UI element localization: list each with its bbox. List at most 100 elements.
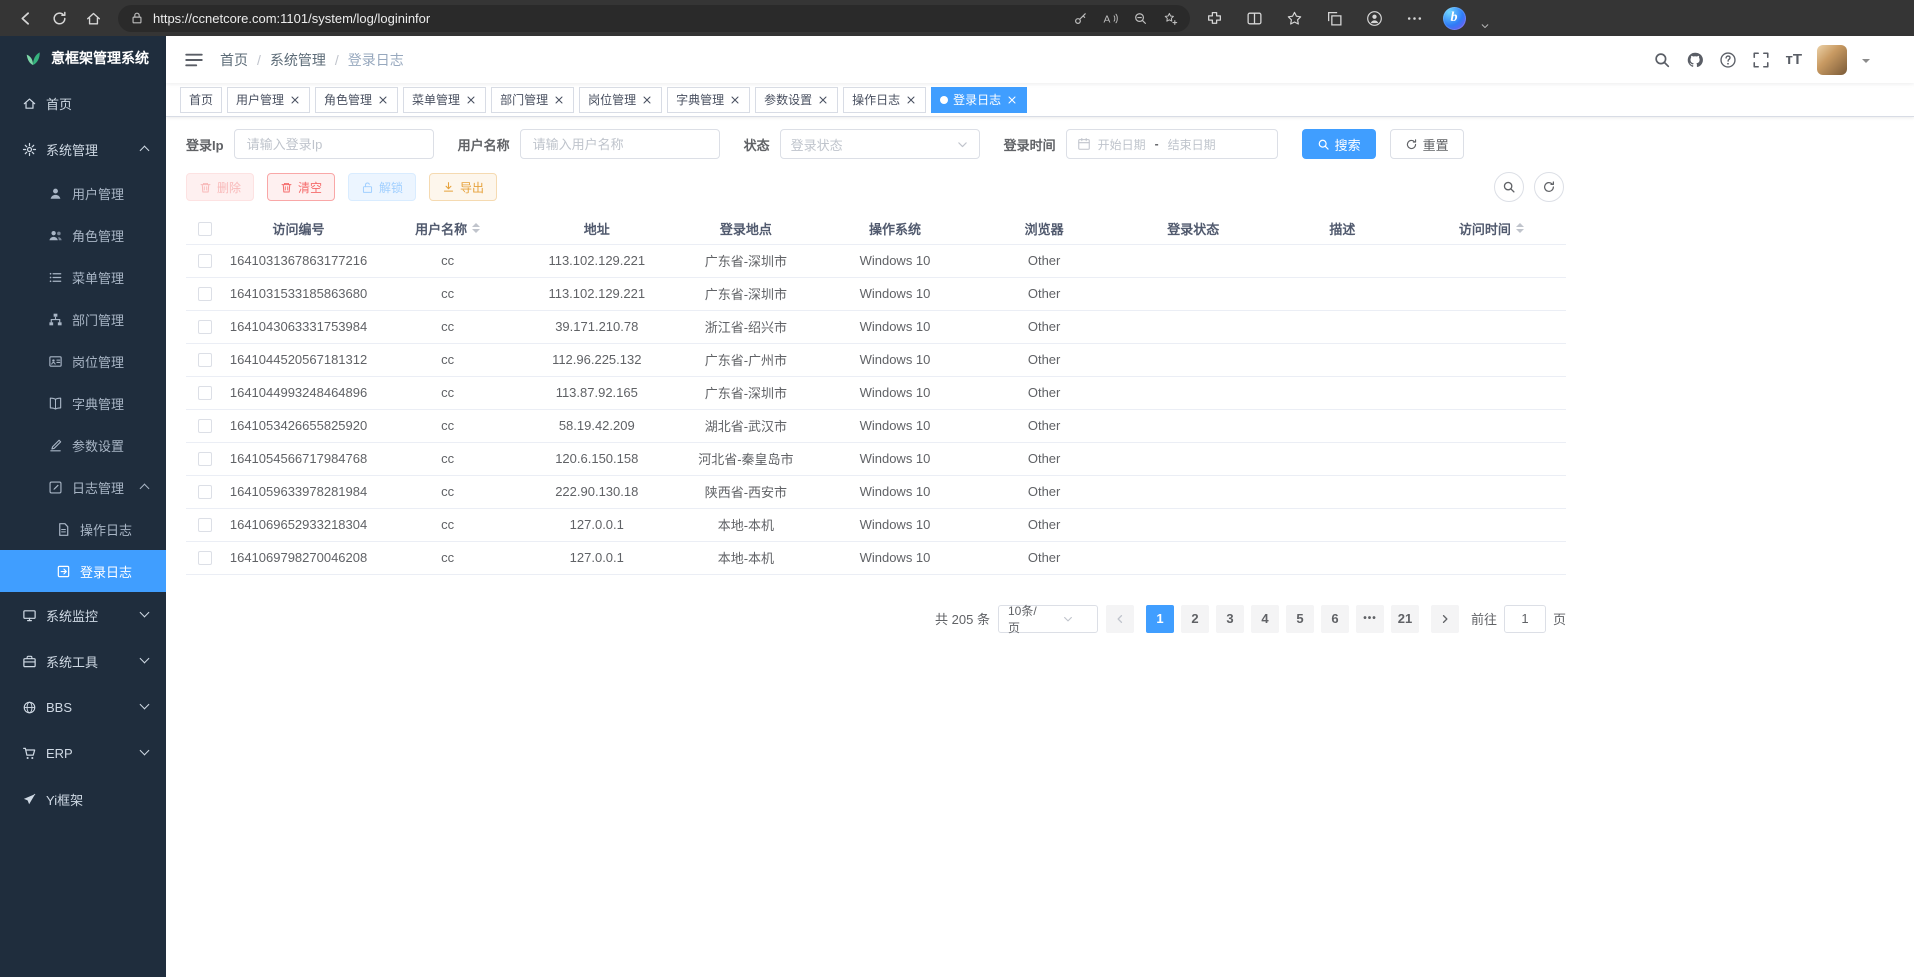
row-checkbox[interactable] [198, 320, 212, 334]
row-checkbox[interactable] [198, 551, 212, 565]
address-bar[interactable]: https://ccnetcore.com:1101/system/log/lo… [118, 5, 1190, 32]
search-button[interactable]: 搜索 [1302, 129, 1376, 159]
sidebar-item-erp[interactable]: ERP [0, 730, 166, 776]
sidebar-item-home[interactable]: 首页 [0, 80, 166, 126]
zoom-out-icon[interactable] [1133, 11, 1148, 26]
browser-back-button[interactable] [8, 3, 42, 33]
table-column-header[interactable]: 用户名称 [373, 213, 522, 244]
github-icon[interactable] [1686, 51, 1704, 69]
table-column-header[interactable]: 登录状态 [1119, 213, 1268, 244]
sidebar-item-param-settings[interactable]: 参数设置 [0, 424, 166, 466]
browser-profile-button[interactable] [1358, 3, 1390, 33]
sidebar-item-dept-mgmt[interactable]: 部门管理 [0, 298, 166, 340]
table-column-header[interactable]: 浏览器 [970, 213, 1119, 244]
row-checkbox[interactable] [198, 419, 212, 433]
tab-post-mgmt[interactable]: 岗位管理 [579, 87, 662, 113]
sidebar-item-log-mgmt[interactable]: 日志管理 [0, 466, 166, 508]
breadcrumb-item[interactable]: 登录日志 [348, 50, 404, 70]
browser-extensions-button[interactable] [1198, 3, 1230, 33]
sidebar-item-role-mgmt[interactable]: 角色管理 [0, 214, 166, 256]
page-size-select[interactable]: 10条/页 [998, 605, 1098, 633]
select-all-checkbox[interactable] [198, 222, 212, 236]
tab-close-icon[interactable] [465, 94, 477, 106]
copilot-caret-icon[interactable] [1480, 21, 1490, 31]
row-checkbox[interactable] [198, 485, 212, 499]
user-name-input[interactable] [520, 129, 720, 159]
tab-close-icon[interactable] [905, 94, 917, 106]
prev-page-button[interactable] [1106, 605, 1134, 633]
sidebar-item-menu-mgmt[interactable]: 菜单管理 [0, 256, 166, 298]
tab-login-log[interactable]: 登录日志 [931, 87, 1027, 113]
row-checkbox[interactable] [198, 452, 212, 466]
browser-settings-menu-button[interactable] [1398, 3, 1430, 33]
table-column-header[interactable]: 访问编号 [224, 213, 373, 244]
table-column-header[interactable]: 操作系统 [820, 213, 969, 244]
tab-close-icon[interactable] [289, 94, 301, 106]
tab-close-icon[interactable] [817, 94, 829, 106]
table-column-header[interactable]: 访问时间 [1417, 213, 1566, 244]
sort-caret-icon[interactable] [1516, 219, 1524, 237]
password-key-icon[interactable] [1073, 11, 1088, 26]
table-column-header[interactable]: 描述 [1268, 213, 1417, 244]
sidebar-item-yi-framework[interactable]: Yi框架 [0, 776, 166, 822]
hamburger-icon[interactable] [184, 50, 204, 70]
table-row[interactable]: 1641069652933218304 cc 127.0.0.1 本地-本机 W… [186, 508, 1566, 541]
refresh-table-button[interactable] [1534, 172, 1564, 202]
table-row[interactable]: 1641031533185863680 cc 113.102.129.221 广… [186, 277, 1566, 310]
browser-home-button[interactable] [76, 3, 110, 33]
page-1[interactable]: 1 [1146, 605, 1174, 633]
sidebar-item-user-mgmt[interactable]: 用户管理 [0, 172, 166, 214]
read-aloud-icon[interactable]: A [1103, 11, 1118, 26]
add-favorite-star-icon[interactable] [1163, 11, 1178, 26]
sidebar-item-monitor[interactable]: 系统监控 [0, 592, 166, 638]
status-select[interactable]: 登录状态 [780, 129, 980, 159]
table-column-header[interactable]: 登录地点 [671, 213, 820, 244]
login-ip-input[interactable] [234, 129, 434, 159]
tab-operation-log[interactable]: 操作日志 [843, 87, 926, 113]
avatar-caret-icon[interactable] [1862, 59, 1870, 67]
tab-home[interactable]: 首页 [180, 87, 222, 113]
row-checkbox[interactable] [198, 254, 212, 268]
browser-split-screen-button[interactable] [1238, 3, 1270, 33]
sidebar-item-bbs[interactable]: BBS [0, 684, 166, 730]
tab-dept-mgmt[interactable]: 部门管理 [491, 87, 574, 113]
goto-page-input[interactable] [1504, 605, 1546, 633]
row-checkbox[interactable] [198, 353, 212, 367]
breadcrumb-item[interactable]: 首页 [220, 50, 270, 70]
tab-param-settings[interactable]: 参数设置 [755, 87, 838, 113]
tab-close-icon[interactable] [729, 94, 741, 106]
tab-close-icon[interactable] [553, 94, 565, 106]
unlock-button[interactable]: 解锁 [348, 173, 416, 201]
app-logo[interactable]: 意框架管理系统 [0, 36, 166, 80]
table-row[interactable]: 1641043063331753984 cc 39.171.210.78 浙江省… [186, 310, 1566, 343]
fullscreen-icon[interactable] [1752, 51, 1770, 69]
next-page-button[interactable] [1431, 605, 1459, 633]
export-button[interactable]: 导出 [429, 173, 497, 201]
breadcrumb-item[interactable]: 系统管理 [270, 50, 348, 70]
page-more[interactable]: ••• [1356, 605, 1384, 633]
table-row[interactable]: 1641044520567181312 cc 112.96.225.132 广东… [186, 343, 1566, 376]
tab-close-icon[interactable] [377, 94, 389, 106]
tab-close-icon[interactable] [641, 94, 653, 106]
sidebar-item-system-mgmt[interactable]: 系统管理 [0, 126, 166, 172]
header-search-icon[interactable] [1653, 51, 1671, 69]
font-size-icon[interactable]: тT [1785, 51, 1802, 68]
sidebar-item-post-mgmt[interactable]: 岗位管理 [0, 340, 166, 382]
browser-collections-button[interactable] [1318, 3, 1350, 33]
browser-favorites-button[interactable] [1278, 3, 1310, 33]
page-2[interactable]: 2 [1181, 605, 1209, 633]
row-checkbox[interactable] [198, 287, 212, 301]
page-6[interactable]: 6 [1321, 605, 1349, 633]
toggle-search-button[interactable] [1494, 172, 1524, 202]
date-range-picker[interactable]: 开始日期 - 结束日期 [1066, 129, 1278, 159]
copilot-button[interactable]: b [1438, 3, 1470, 33]
row-checkbox[interactable] [198, 386, 212, 400]
table-row[interactable]: 1641044993248464896 cc 113.87.92.165 广东省… [186, 376, 1566, 409]
sidebar-item-dict-mgmt[interactable]: 字典管理 [0, 382, 166, 424]
table-column-header[interactable]: 地址 [522, 213, 671, 244]
table-row[interactable]: 1641059633978281984 cc 222.90.130.18 陕西省… [186, 475, 1566, 508]
reset-button[interactable]: 重置 [1390, 129, 1464, 159]
tab-role-mgmt[interactable]: 角色管理 [315, 87, 398, 113]
browser-refresh-button[interactable] [42, 3, 76, 33]
sidebar-item-tools[interactable]: 系统工具 [0, 638, 166, 684]
